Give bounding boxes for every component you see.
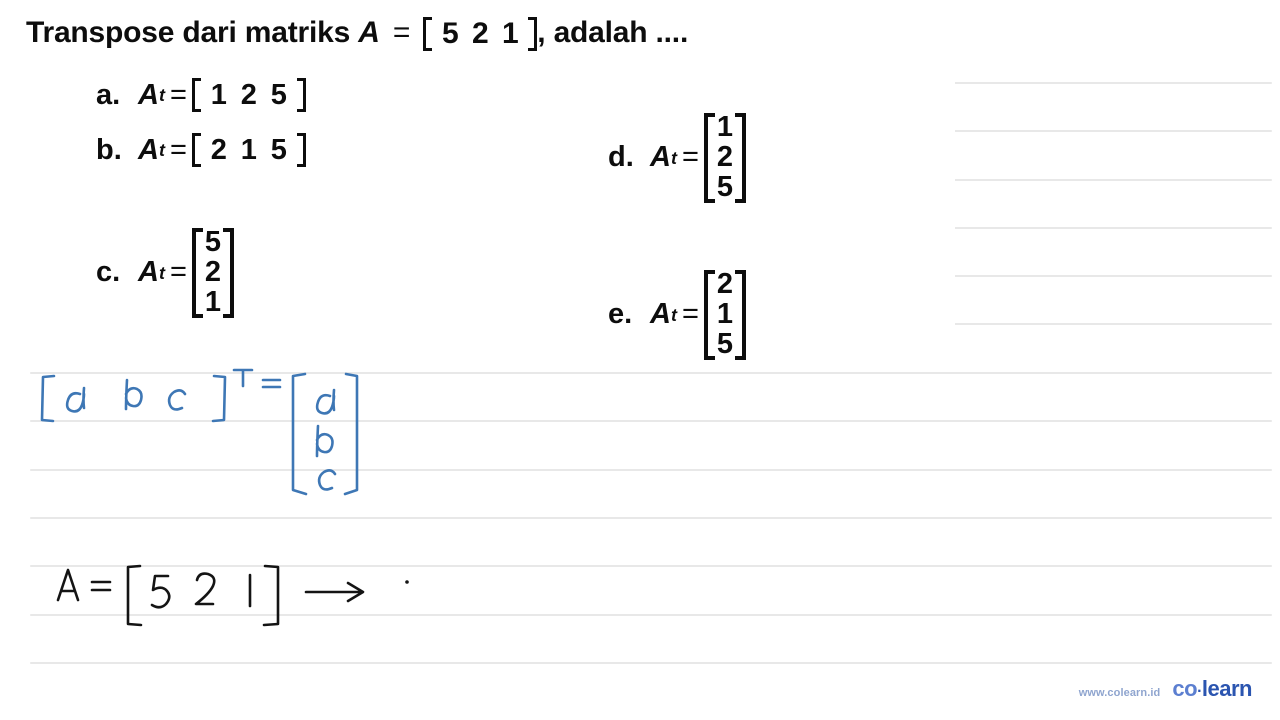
question-matrix: 5 2 1	[423, 17, 538, 52]
bracket-left-icon	[191, 78, 201, 112]
question-suffix: , adalah ....	[537, 16, 689, 49]
bracket-right-icon	[211, 374, 227, 423]
black-equals-sign	[90, 580, 112, 592]
blue-transpose-superscript	[232, 368, 254, 388]
matrix-cell: 2	[472, 17, 489, 51]
blue-equals-sign	[261, 378, 282, 389]
matrix-cell: 1	[210, 78, 227, 111]
question-stem: Transpose dari matriks A = 5 2 1 , adala…	[26, 16, 689, 52]
black-cell-5	[150, 574, 171, 609]
option-c[interactable]: c. At = 5 2 1	[96, 226, 235, 318]
matrix-cell: 1	[502, 17, 519, 51]
handwriting-blue-annotation	[30, 368, 360, 518]
notebook-rule-line	[30, 662, 1272, 664]
question-equals: =	[392, 16, 411, 49]
option-b-letter: b.	[96, 133, 122, 166]
watermark: www.colearn.id co·learn	[1078, 676, 1253, 702]
option-d-lhs: A	[650, 141, 671, 174]
matrix-cell: 5	[716, 170, 734, 203]
option-d-equals: =	[681, 141, 699, 174]
bracket-left-icon	[703, 113, 715, 203]
matrix-cell: 5	[442, 17, 459, 51]
option-b-matrix: 2 1 5	[191, 133, 306, 167]
black-cell-2	[194, 572, 216, 606]
watermark-url: www.colearn.id	[1078, 687, 1161, 699]
bracket-left-icon	[291, 372, 308, 496]
bracket-left-icon	[191, 133, 201, 167]
blue-col-cell-b	[315, 424, 334, 458]
option-c-letter: c.	[96, 256, 121, 289]
bracket-right-icon	[223, 228, 235, 318]
option-e-lhs: A	[650, 298, 671, 331]
bracket-right-icon	[296, 78, 306, 112]
blue-row-cell-b	[124, 378, 143, 411]
option-b[interactable]: b. At = 2 1 5	[96, 133, 306, 167]
blue-transpose-rule-drawing	[40, 368, 359, 496]
matrix-cell: 1	[204, 285, 222, 318]
option-b-equals: =	[169, 133, 187, 166]
matrix-cell: 5	[716, 327, 734, 360]
matrix-cell: 5	[270, 78, 287, 111]
option-e[interactable]: e. At = 2 1 5	[608, 268, 747, 360]
bracket-left-icon	[423, 17, 433, 52]
handwriting-black-annotation	[52, 562, 452, 632]
bracket-left-icon	[191, 228, 203, 318]
matrix-cell: 1	[240, 133, 257, 166]
bracket-right-icon	[528, 17, 538, 52]
watermark-logo: co·learn	[1172, 676, 1252, 702]
black-label-a	[56, 568, 80, 602]
option-d-matrix: 1 2 5	[703, 111, 747, 203]
matrix-cell: 2	[204, 255, 222, 288]
option-e-equals: =	[681, 298, 699, 331]
matrix-cell: 2	[240, 78, 257, 111]
watermark-logo-right: learn	[1201, 676, 1253, 701]
option-e-matrix: 2 1 5	[703, 268, 747, 360]
option-a-letter: a.	[96, 78, 121, 111]
matrix-cell: 5	[270, 133, 287, 166]
bracket-right-icon	[296, 133, 306, 167]
matrix-cell: 5	[204, 226, 222, 258]
blue-row-cell-c	[167, 389, 187, 411]
matrix-cell: 1	[716, 297, 734, 330]
bracket-right-icon	[262, 564, 280, 627]
black-arrow-icon	[304, 581, 365, 603]
option-d-letter: d.	[608, 141, 634, 174]
option-d[interactable]: d. At = 1 2 5	[608, 111, 747, 203]
option-a-lhs: A	[138, 78, 159, 111]
blue-col-cell-c	[317, 469, 337, 491]
black-matrix-drawing	[56, 564, 409, 627]
blue-row-cell-a	[65, 386, 86, 413]
matrix-cell: 2	[210, 133, 227, 166]
option-a[interactable]: a. At = 1 2 5	[96, 78, 306, 112]
bracket-left-icon	[703, 270, 715, 360]
bracket-right-icon	[735, 113, 747, 203]
option-b-lhs: A	[138, 133, 159, 166]
watermark-logo-left: co	[1172, 676, 1198, 701]
matrix-cell: 2	[716, 140, 734, 173]
question-variable: A	[358, 16, 380, 49]
bracket-right-icon	[735, 270, 747, 360]
option-e-letter: e.	[608, 298, 633, 331]
bracket-right-icon	[343, 372, 359, 496]
option-a-equals: =	[169, 78, 187, 111]
option-c-matrix: 5 2 1	[191, 226, 235, 318]
option-a-matrix: 1 2 5	[191, 78, 306, 112]
worksheet-page: Transpose dari matriks A = 5 2 1 , adala…	[0, 0, 1280, 720]
option-c-equals: =	[169, 256, 187, 289]
option-c-lhs: A	[138, 256, 159, 289]
blue-col-cell-a	[315, 388, 336, 415]
matrix-cell: 2	[716, 268, 734, 300]
bracket-left-icon	[126, 564, 143, 627]
bracket-left-icon	[40, 374, 56, 423]
matrix-cell: 1	[716, 111, 734, 143]
black-trailing-dot	[405, 580, 409, 584]
question-prefix: Transpose dari matriks	[26, 16, 351, 49]
